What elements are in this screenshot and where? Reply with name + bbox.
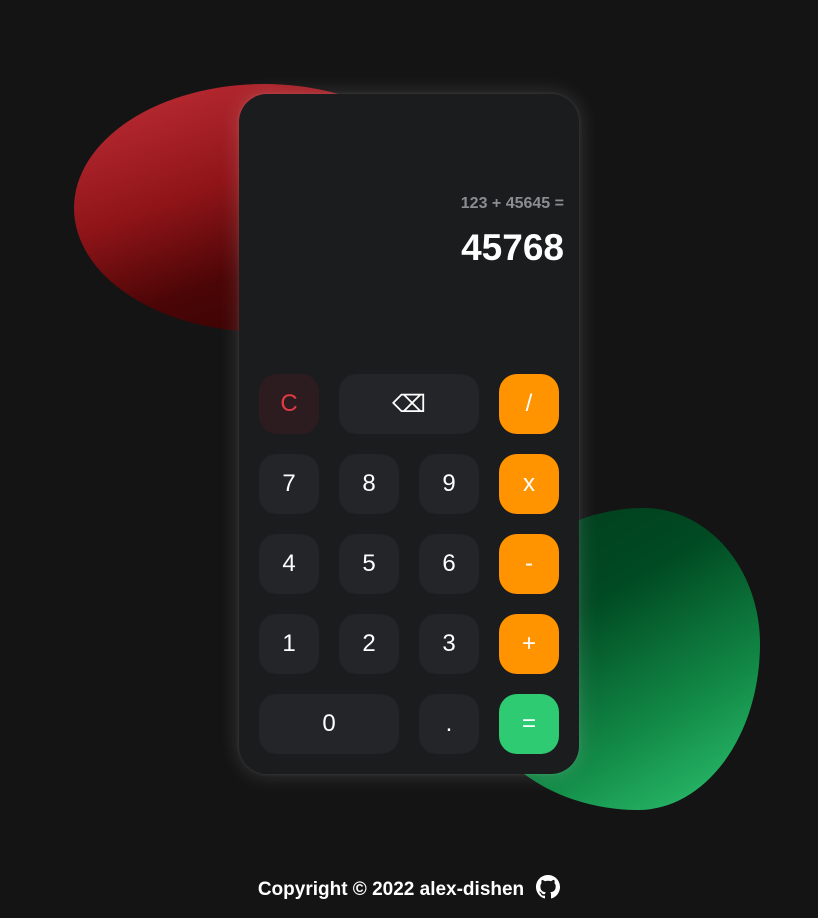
digit-2-button[interactable]: 2 (339, 614, 399, 674)
add-button[interactable]: + (499, 614, 559, 674)
divide-button[interactable]: / (499, 374, 559, 434)
calculator-display: 123 + 45645 = 45768 (239, 94, 579, 354)
digit-1-button[interactable]: 1 (259, 614, 319, 674)
backspace-button[interactable]: ⌫ (339, 374, 479, 434)
decimal-button[interactable]: . (419, 694, 479, 754)
calculator: 123 + 45645 = 45768 C ⌫ / 7 8 9 x 4 5 6 … (239, 94, 579, 774)
multiply-button[interactable]: x (499, 454, 559, 514)
digit-4-button[interactable]: 4 (259, 534, 319, 594)
subtract-button[interactable]: - (499, 534, 559, 594)
clear-button[interactable]: C (259, 374, 319, 434)
digit-6-button[interactable]: 6 (419, 534, 479, 594)
digit-8-button[interactable]: 8 (339, 454, 399, 514)
digit-7-button[interactable]: 7 (259, 454, 319, 514)
expression-text: 123 + 45645 = (460, 195, 564, 212)
backspace-icon: ⌫ (392, 390, 426, 418)
digit-0-button[interactable]: 0 (259, 694, 399, 754)
digit-5-button[interactable]: 5 (339, 534, 399, 594)
copyright-text: Copyright © 2022 alex-dishen (257, 879, 525, 900)
result-text: 45768 (461, 227, 564, 268)
equals-button[interactable]: = (499, 694, 559, 754)
digit-3-button[interactable]: 3 (419, 614, 479, 674)
footer: Copyright © 2022 alex-dishen (0, 875, 818, 902)
digit-9-button[interactable]: 9 (419, 454, 479, 514)
github-icon[interactable] (536, 875, 561, 899)
